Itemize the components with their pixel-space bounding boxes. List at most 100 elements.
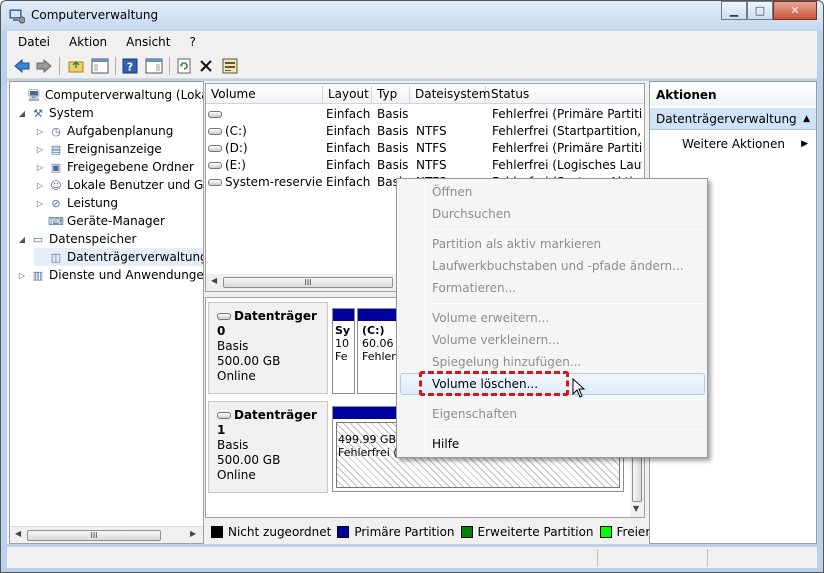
column-header-layout[interactable]: Layout	[323, 86, 372, 104]
tree-expander-icon[interactable]: ▷	[34, 181, 46, 190]
column-header-typ[interactable]: Typ	[372, 86, 410, 104]
further-actions-label: Weitere Aktionen	[682, 137, 785, 151]
services-icon: ▥	[32, 268, 44, 282]
tree-item[interactable]: ▷ ▤ Ereignisanzeige	[34, 140, 162, 158]
menu-item-change-drive-letter[interactable]: Laufwerkbuchstaben und -pfade ändern...	[432, 256, 684, 276]
menu-datei[interactable]: Datei	[7, 35, 58, 49]
tree-horizontal-scrollbar[interactable]: ◀ III ▶	[10, 526, 203, 543]
console-icon[interactable]	[145, 57, 163, 75]
forward-arrow-icon[interactable]	[35, 57, 53, 75]
title-bar[interactable]: Computerverwaltung ▁ □ ✕	[1, 1, 823, 31]
tree-item[interactable]: ◢ ⚒ System	[16, 104, 94, 122]
tree-item[interactable]: ▷ ▣ Freigegebene Ordner	[34, 158, 194, 176]
menu-item-shrink-volume[interactable]: Volume verkleinern...	[432, 330, 560, 350]
scroll-left-arrow-icon[interactable]: ◀	[15, 529, 21, 538]
volume-list-header: Volume Layout Typ Dateisystem Status	[206, 84, 644, 104]
help-icon[interactable]: ?	[121, 57, 139, 75]
menu-separator	[429, 229, 704, 230]
menu-item-oeffnen[interactable]: Öffnen	[432, 182, 472, 202]
delete-icon[interactable]	[197, 57, 215, 75]
menu-ansicht[interactable]: Ansicht	[115, 35, 178, 49]
show-hide-tree-icon[interactable]	[91, 57, 109, 75]
tree-item[interactable]: ▷ ⊘ Leistung	[34, 194, 118, 212]
tree-expander-icon[interactable]: ▷	[34, 145, 46, 154]
scroll-left-arrow-icon[interactable]: ◀	[211, 276, 217, 285]
collapse-triangle-icon[interactable]: ▲	[803, 108, 810, 130]
scroll-right-arrow-icon[interactable]: ▶	[190, 529, 196, 538]
tree-item[interactable]: ◫ Datenträgerverwaltung	[34, 248, 204, 266]
menu-item-help[interactable]: Hilfe	[432, 434, 459, 454]
menu-item-durchsuchen[interactable]: Durchsuchen	[432, 204, 511, 224]
menu-item-mark-active[interactable]: Partition als aktiv markieren	[432, 234, 601, 254]
volume-cell: (E:)	[208, 157, 323, 174]
layout-cell: Einfach	[326, 107, 371, 121]
tree-expander-icon[interactable]: ▷	[16, 271, 28, 280]
disk-0-size: 500.00 GB	[217, 354, 281, 368]
volume-name: (C:)	[225, 124, 247, 138]
maximize-button[interactable]: □	[747, 1, 773, 20]
status-cell: Fehlerfrei (Logisches Laufwer	[492, 158, 642, 172]
computer-management-icon	[9, 9, 25, 24]
actions-section-label: Datenträgerverwaltung	[656, 112, 797, 126]
partition-system-reserved[interactable]: Sy 10 Fe	[332, 308, 355, 394]
menu-item-extend-volume[interactable]: Volume erweitern...	[432, 308, 549, 328]
menu-item-format[interactable]: Formatieren...	[432, 278, 516, 298]
tree-expander-icon[interactable]: ▷	[34, 127, 46, 136]
navigation-tree: 🖥 Computerverwaltung (Lokal) ◢ ⚒ System ▷ ◷ Auf…	[9, 81, 204, 544]
layout-cell: Einfach	[326, 175, 371, 189]
back-arrow-icon[interactable]	[13, 57, 31, 75]
close-button[interactable]: ✕	[773, 1, 817, 20]
disk-0-label[interactable]: Datenträger 0 Basis 500.00 GB Online	[208, 302, 328, 394]
tree-item[interactable]: 🖥 Computerverwaltung (Lokal)	[12, 86, 203, 104]
event-viewer-icon: ▤	[50, 142, 62, 156]
properties-icon[interactable]	[221, 57, 239, 75]
column-header-status[interactable]: Status	[486, 86, 644, 104]
minimize-button[interactable]: ▁	[721, 1, 747, 20]
menu-help[interactable]: ?	[178, 35, 203, 49]
volume-row[interactable]: Einfach Basis Fehlerfrei (Primäre Partitio…	[206, 106, 644, 123]
drive-icon	[208, 111, 222, 118]
volume-row[interactable]: (D:) Einfach Basis NTFS Fehlerfrei (Primäre …	[206, 140, 644, 157]
up-folder-icon[interactable]	[67, 57, 85, 75]
volume-row[interactable]: (E:) Einfach Basis NTFS Fehlerfrei (Logische…	[206, 157, 644, 174]
computer-management-icon: 🖥	[27, 88, 41, 102]
volume-row[interactable]: (C:) Einfach Basis NTFS Fehlerfrei (Startpar…	[206, 123, 644, 140]
menu-item-properties[interactable]: Eigenschaften	[432, 404, 517, 424]
menu-aktion[interactable]: Aktion	[58, 35, 115, 49]
tree-expander-icon[interactable]: ◢	[16, 235, 28, 244]
context-menu: Öffnen Durchsuchen Partition als aktiv m…	[396, 178, 708, 458]
menu-item-add-mirror[interactable]: Spiegelung hinzufügen...	[432, 352, 581, 372]
volume-cell: (C:)	[208, 123, 323, 140]
column-header-dateisystem[interactable]: Dateisystem	[410, 86, 490, 104]
tree-item[interactable]: ▷ ◷ Aufgabenplanung	[34, 122, 173, 140]
tree-item[interactable]: ▷ ☺ Lokale Benutzer und Gru	[34, 176, 204, 194]
users-icon: ☺	[50, 178, 62, 192]
disk-0-state: Online	[217, 369, 256, 383]
tree-expander-icon[interactable]: ▷	[34, 199, 46, 208]
disk-1-size: 500.00 GB	[217, 453, 281, 467]
further-actions-item[interactable]: Weitere Aktionen ▶	[650, 134, 816, 154]
actions-section-datentraegerverwaltung[interactable]: Datenträgerverwaltung ▲	[650, 108, 816, 130]
drive-icon	[208, 128, 222, 135]
tree-item[interactable]: ◢ ▭ Datenspeicher	[16, 230, 136, 248]
legend-swatch	[599, 526, 612, 538]
refresh-icon[interactable]	[175, 57, 193, 75]
tree-item-label: Lokale Benutzer und Gru	[67, 178, 204, 192]
device-manager-icon: ⌨	[48, 214, 64, 228]
scroll-down-arrow-icon[interactable]: ▼	[633, 504, 639, 513]
tree-expander-icon[interactable]: ▷	[34, 163, 46, 172]
tree-item[interactable]: ▷ ▥ Dienste und Anwendungen	[16, 266, 203, 284]
storage-icon: ▭	[32, 232, 44, 246]
legend-swatch	[460, 526, 473, 538]
disk-1-label[interactable]: Datenträger 1 Basis 500.00 GB Online	[208, 401, 328, 493]
tree-expander-icon[interactable]: ◢	[16, 109, 28, 118]
layout-cell: Einfach	[326, 124, 371, 138]
menu-separator	[429, 399, 704, 400]
column-header-volume[interactable]: Volume	[206, 86, 323, 104]
partition-label: Sy	[335, 324, 351, 337]
tree-item-label: Datenträgerverwaltung	[67, 250, 204, 264]
legend-label: Erweiterte Partition	[477, 525, 594, 539]
tree-item[interactable]: ⌨ Geräte-Manager	[34, 212, 165, 230]
tree-scroll-thumb[interactable]: III	[27, 530, 161, 541]
volume-list-scroll-thumb[interactable]: III	[223, 277, 393, 288]
